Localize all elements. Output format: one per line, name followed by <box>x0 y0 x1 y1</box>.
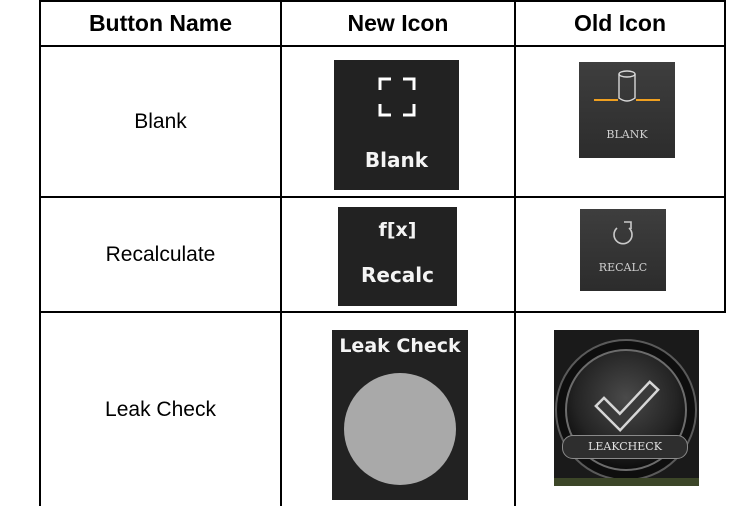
col2-right-border <box>514 2 516 506</box>
recalc-arrow-icon <box>613 221 633 245</box>
frame-corners-icon <box>378 77 415 117</box>
recalc-new-label: Recalc <box>360 263 435 287</box>
leakcheck-new-label: Leak Check <box>339 335 461 357</box>
row-label-recalculate: Recalculate <box>105 242 216 266</box>
blank-old-label: BLANK <box>606 128 648 141</box>
leakcheck-new-button: Leak Check <box>332 330 468 500</box>
header-new-icon: New Icon <box>347 10 449 36</box>
header-old-icon: Old Icon <box>574 10 666 36</box>
function-icon: f[x] <box>378 219 417 241</box>
blank-old-button: BLANK <box>579 62 675 158</box>
checkmark-icon <box>554 339 699 486</box>
gray-circle-icon <box>344 373 456 485</box>
row-label-blank: Blank <box>134 109 187 133</box>
leakcheck-old-label: LEAKCHECK <box>562 435 688 459</box>
table-right-border <box>724 2 726 312</box>
header-button-name: Button Name <box>88 10 233 36</box>
recalc-old-label: RECALC <box>598 261 648 274</box>
row-label-leak-check: Leak Check <box>105 397 216 421</box>
recalc-new-button: f[x] Recalc <box>338 207 457 306</box>
blank-new-label: Blank <box>364 148 429 172</box>
recalc-old-button: RECALC <box>580 209 666 291</box>
blank-new-button: Blank <box>334 60 459 190</box>
blank-cylinder-icon <box>594 70 660 102</box>
col1-right-border <box>280 2 282 506</box>
leakcheck-old-button: LEAKCHECK <box>554 330 699 486</box>
